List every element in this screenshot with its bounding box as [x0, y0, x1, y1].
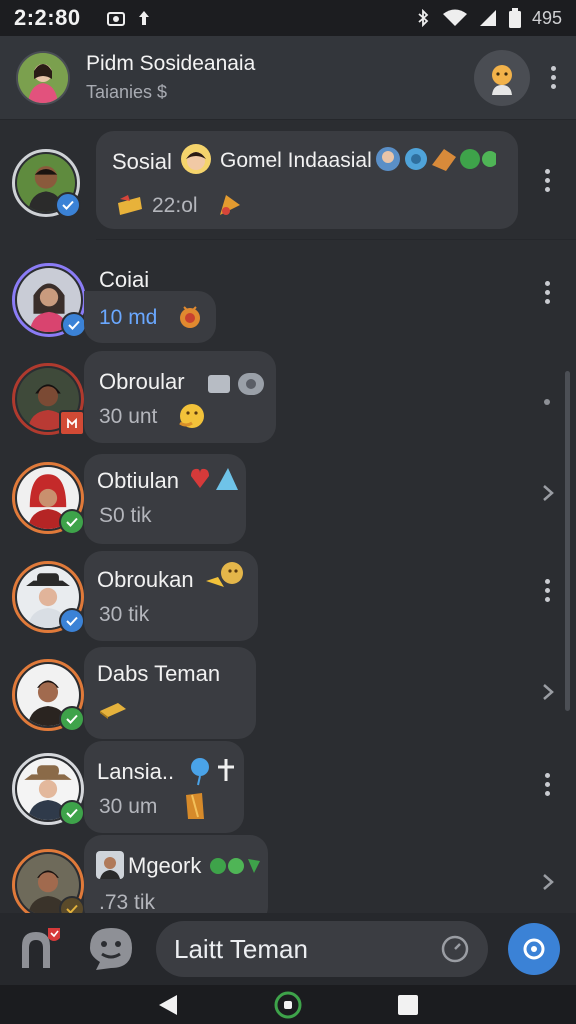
person-emoji-icon [181, 144, 211, 174]
emoji-strip-icon [210, 858, 260, 874]
chat-row[interactable]: Sosial Gomel Indaasial 22:ol [0, 131, 576, 231]
battery-icon [508, 8, 521, 28]
chat-row[interactable]: Lansia.. 30 um [0, 741, 576, 847]
chat-list: Sosial Gomel Indaasial 22:ol Coiai 10 md… [0, 121, 576, 913]
drink-emoji-icon [186, 793, 204, 819]
chat-name: Obroukan [97, 567, 194, 592]
bluetooth-icon [418, 9, 429, 27]
home-icon[interactable] [274, 991, 302, 1019]
verified-badge-icon [59, 706, 85, 732]
chat-name: Obroular [99, 369, 185, 394]
chat-meta: S0 tik [99, 504, 152, 527]
avatar [12, 149, 81, 218]
avatar-photo [18, 52, 68, 103]
gold-bar-emoji-icon [100, 703, 126, 719]
fire-emoji-icon [180, 306, 200, 328]
upload-icon [138, 11, 149, 25]
chat-row[interactable]: Dabs Teman [0, 647, 576, 751]
gift-emoji-icon [118, 195, 142, 215]
message-input[interactable]: Laitt Teman [156, 921, 488, 977]
header-more-icon[interactable] [546, 66, 560, 89]
chat-meta: 30 unt [99, 405, 158, 428]
status-badge-icon [59, 410, 85, 436]
chat-meta: 30 um [99, 795, 158, 818]
contacts-button[interactable] [16, 924, 66, 974]
recents-icon[interactable] [397, 994, 419, 1016]
chat-name-secondary: Gomel Indaasial [220, 149, 372, 172]
avatar [12, 753, 85, 826]
chevron-right-icon[interactable] [542, 873, 554, 891]
back-icon[interactable] [157, 993, 179, 1017]
emoji-icon [90, 928, 132, 970]
chat-row[interactable]: Obtiulan S0 tik [0, 454, 576, 554]
status-bar: 2:2:80 495 [0, 0, 576, 36]
avatar [12, 849, 85, 913]
chat-meta: 22:ol [152, 194, 198, 217]
avatar [12, 263, 87, 338]
chat-name: Coiai [99, 267, 150, 292]
chat-header: Pidm Sosideanaia Taianies $ [0, 36, 576, 120]
contacts-icon [22, 928, 60, 968]
robot-emoji-icon [208, 373, 264, 395]
clock-icon[interactable] [440, 934, 470, 964]
person-emoji-icon [96, 851, 124, 879]
divider [96, 239, 576, 240]
chat-name: Lansia.. [97, 759, 175, 784]
chat-meta: 30 tik [99, 603, 150, 626]
balloon-cross-emoji-icon [191, 758, 234, 786]
verified-badge-icon [55, 192, 81, 218]
chat-row[interactable]: Coiai 10 md [0, 261, 576, 355]
row-dot-icon[interactable] [544, 399, 550, 405]
system-nav-bar [0, 985, 576, 1024]
chat-name: Dabs Teman [97, 661, 221, 686]
chat-name: Obtiulan [97, 468, 179, 493]
verified-badge-icon [59, 509, 85, 535]
chat-row[interactable]: Obroukan 30 tik [0, 551, 576, 653]
battery-level: 495 [531, 7, 562, 28]
thinking-emoji-icon [179, 404, 204, 428]
chat-name: Mgeork [128, 853, 202, 878]
avatar [12, 462, 85, 535]
send-icon [523, 938, 545, 960]
chat-meta: 10 md [99, 306, 158, 329]
scrollbar[interactable] [565, 371, 570, 711]
message-input-value[interactable]: Laitt Teman [174, 934, 440, 965]
laughing-emoji-icon [206, 562, 243, 587]
row-more-icon[interactable] [540, 281, 554, 304]
row-more-icon[interactable] [540, 773, 554, 796]
avatar [12, 659, 85, 732]
chat-row[interactable]: Mgeork .73 tik [0, 835, 576, 913]
verified-badge-icon [59, 800, 85, 826]
row-more-icon[interactable] [540, 169, 554, 192]
composer-bar: Laitt Teman [0, 913, 576, 985]
avatar [12, 363, 85, 436]
trophy-emoji-icon [220, 195, 240, 215]
wifi-icon [442, 9, 467, 26]
emoji-button[interactable] [86, 924, 136, 974]
chevron-right-icon[interactable] [542, 683, 554, 701]
page-subtitle: Taianies $ [86, 82, 168, 102]
chat-meta: .73 tik [99, 891, 156, 913]
signal-icon [479, 10, 496, 26]
heart-emoji-icon [191, 468, 238, 490]
chat-row[interactable]: Obroular 30 unt [0, 351, 576, 455]
group-avatar[interactable] [16, 50, 70, 105]
status-time: 2:2:80 [14, 5, 81, 30]
chevron-right-icon[interactable] [542, 484, 554, 502]
page-title: Pidm Sosideanaia [86, 52, 256, 75]
chat-name: Sosial [112, 149, 172, 174]
verified-badge-icon [59, 608, 85, 634]
profile-emoji-button[interactable] [474, 49, 530, 106]
emoji-strip-icon [376, 147, 496, 171]
verified-badge-icon [59, 896, 85, 913]
avatar [12, 561, 85, 634]
row-more-icon[interactable] [540, 579, 554, 602]
send-button[interactable] [508, 923, 560, 975]
camera-icon [106, 12, 125, 26]
face-emoji-icon [492, 64, 512, 95]
